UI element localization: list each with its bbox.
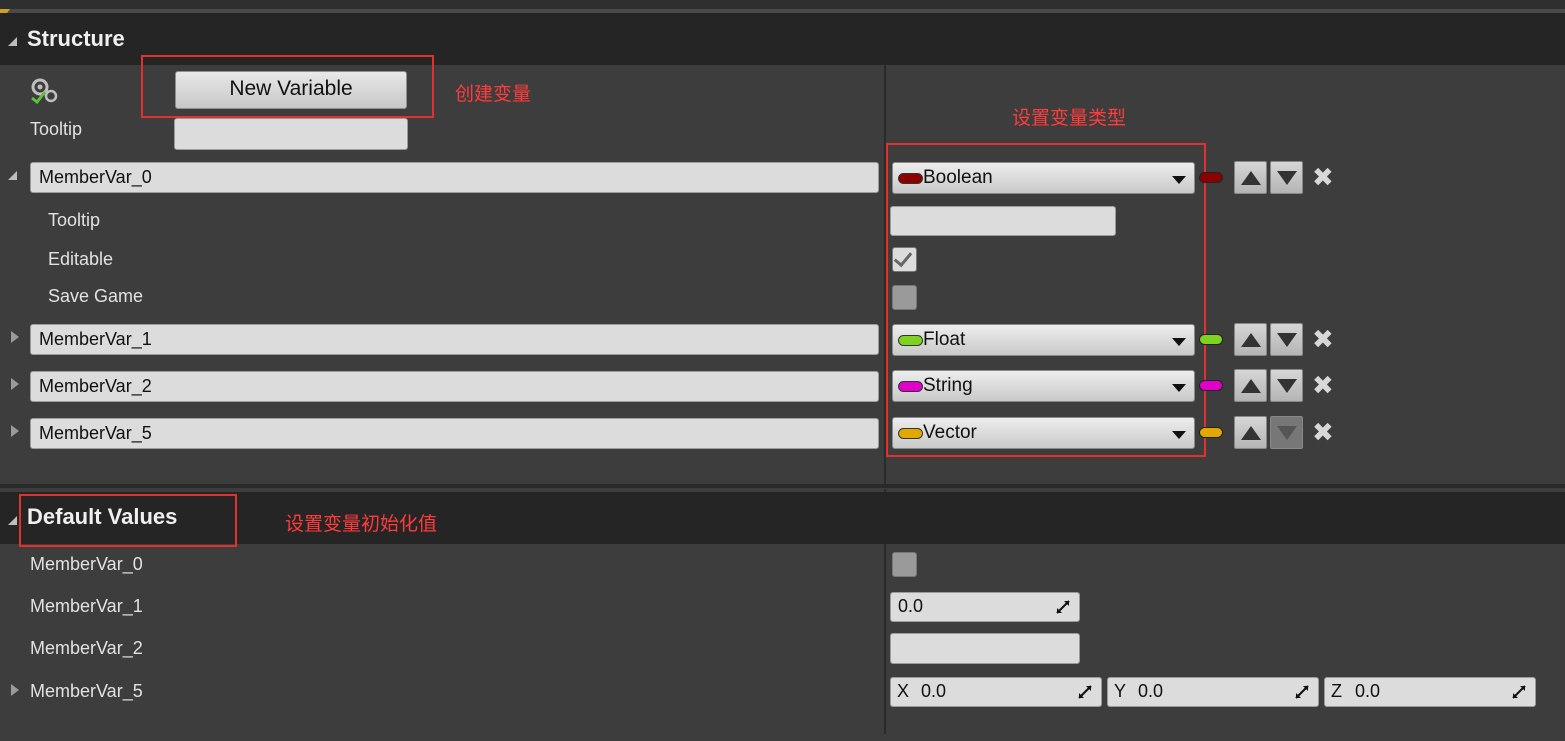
expand-triangle-icon[interactable] <box>11 425 19 437</box>
move-up-button[interactable] <box>1234 161 1267 194</box>
default-value-label: MemberVar_1 <box>30 596 143 616</box>
move-down-button[interactable] <box>1270 323 1303 356</box>
annotation-create-variable: 创建变量 <box>455 84 532 105</box>
drag-resize-icon[interactable] <box>1294 684 1310 700</box>
editable-checkbox[interactable] <box>892 247 917 272</box>
axis-value: 0.0 <box>921 681 947 701</box>
default-value-label: MemberVar_2 <box>30 638 143 658</box>
type-dropdown-value: Vector <box>923 422 977 443</box>
type-pill-icon <box>898 428 923 439</box>
axis-value: 0.0 <box>1138 681 1164 701</box>
move-up-button[interactable] <box>1234 416 1267 449</box>
default-value-label: MemberVar_0 <box>30 554 143 574</box>
vector-z-input[interactable]: Z 0.0 <box>1324 677 1536 707</box>
expand-triangle-icon[interactable] <box>8 171 17 180</box>
remove-variable-close-icon[interactable]: ✖ <box>1312 419 1334 445</box>
axis-label: Y <box>1114 681 1127 701</box>
arrow-down-icon <box>1277 333 1297 347</box>
default-value-number-input[interactable]: 0.0 <box>890 592 1080 622</box>
vector-x-input[interactable]: X 0.0 <box>890 677 1102 707</box>
arrow-up-icon <box>1241 171 1261 185</box>
type-dropdown[interactable]: String <box>892 370 1195 402</box>
tooltip-input[interactable] <box>174 118 408 150</box>
structure-title: Structure <box>27 26 125 51</box>
axis-label: Z <box>1331 681 1342 701</box>
type-dropdown-value: Float <box>923 329 966 350</box>
collapse-triangle-icon[interactable] <box>8 516 17 525</box>
move-down-button[interactable] <box>1270 161 1303 194</box>
type-pill-icon <box>1199 380 1223 391</box>
remove-variable-close-icon[interactable]: ✖ <box>1312 164 1334 190</box>
expand-triangle-icon[interactable] <box>11 331 19 343</box>
tooltip-label: Tooltip <box>30 119 83 139</box>
annotation-set-variable-type: 设置变量类型 <box>1012 108 1127 129</box>
expand-triangle-icon[interactable] <box>11 378 19 390</box>
chevron-down-icon <box>1172 431 1186 439</box>
type-dropdown-value: String <box>923 375 973 396</box>
default-value-label: MemberVar_5 <box>30 681 143 701</box>
annotation-set-initial-value: 设置变量初始化值 <box>285 514 438 535</box>
default-value-checkbox[interactable] <box>892 552 917 577</box>
type-dropdown[interactable]: Boolean <box>892 162 1195 194</box>
remove-variable-close-icon[interactable]: ✖ <box>1312 372 1334 398</box>
annotation-box-create <box>141 55 434 118</box>
type-dropdown[interactable]: Float <box>892 324 1195 356</box>
member0-tooltip-label: Tooltip <box>48 210 101 230</box>
type-pill-icon <box>898 173 923 184</box>
type-pill-icon <box>1199 334 1223 345</box>
arrow-down-icon <box>1277 379 1297 393</box>
move-down-button[interactable] <box>1270 416 1303 449</box>
save-game-label: Save Game <box>48 286 144 306</box>
type-dropdown-value: Boolean <box>923 167 993 188</box>
number-value: 0.0 <box>898 596 924 616</box>
drag-resize-icon[interactable] <box>1077 684 1093 700</box>
collapse-triangle-icon[interactable] <box>8 37 17 46</box>
member-var-name-input[interactable]: MemberVar_1 <box>30 324 879 355</box>
vector-y-input[interactable]: Y 0.0 <box>1107 677 1319 707</box>
drag-resize-icon[interactable] <box>1511 684 1527 700</box>
default-value-text-input[interactable] <box>890 633 1080 664</box>
type-dropdown[interactable]: Vector <box>892 417 1195 449</box>
chevron-down-icon <box>1172 176 1186 184</box>
remove-variable-close-icon[interactable]: ✖ <box>1312 326 1334 352</box>
arrow-up-icon <box>1241 426 1261 440</box>
axis-label: X <box>897 681 910 701</box>
type-pill-icon <box>898 335 923 346</box>
member-var-name-input[interactable]: MemberVar_2 <box>30 371 879 402</box>
type-pill-icon <box>1199 427 1223 438</box>
save-game-checkbox[interactable] <box>892 285 917 310</box>
member-var-name-input[interactable]: MemberVar_0 <box>30 162 879 193</box>
expand-triangle-icon[interactable] <box>11 684 19 696</box>
member0-tooltip-input[interactable] <box>890 206 1116 236</box>
annotation-box-default <box>19 494 237 547</box>
arrow-up-icon <box>1241 333 1261 347</box>
check-icon <box>893 247 913 268</box>
gear-icon[interactable] <box>29 76 61 105</box>
move-down-button[interactable] <box>1270 369 1303 402</box>
chevron-down-icon <box>1172 338 1186 346</box>
top-toolbar-strip <box>0 0 1565 9</box>
section-separator <box>0 484 1565 488</box>
arrow-down-icon <box>1277 171 1297 185</box>
arrow-up-icon <box>1241 379 1261 393</box>
axis-value: 0.0 <box>1355 681 1381 701</box>
editable-label: Editable <box>48 249 114 269</box>
move-up-button[interactable] <box>1234 323 1267 356</box>
arrow-down-icon <box>1277 426 1297 440</box>
chevron-down-icon <box>1172 384 1186 392</box>
move-up-button[interactable] <box>1234 369 1267 402</box>
member-var-name-input[interactable]: MemberVar_5 <box>30 418 879 449</box>
type-pill-icon <box>1199 172 1223 183</box>
drag-resize-icon[interactable] <box>1055 599 1071 615</box>
type-pill-icon <box>898 381 923 392</box>
